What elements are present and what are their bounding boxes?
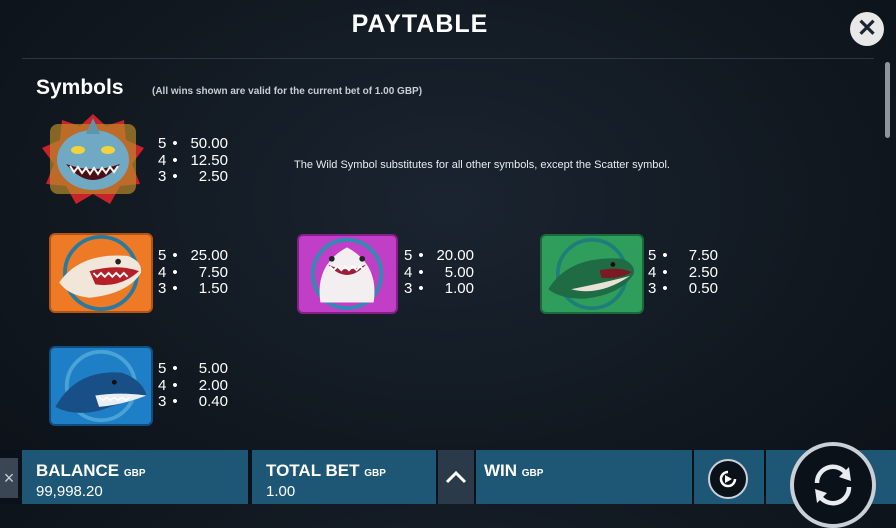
pay-row: 5 • 50.00: [158, 135, 228, 152]
page-title: PAYTABLE: [351, 10, 489, 38]
balance-panel: BALANCE GBP 99,998.20: [22, 450, 248, 504]
pay-row: 3 • 0.40: [158, 393, 228, 410]
close-icon: ✕: [856, 15, 878, 42]
side-menu-button[interactable]: ×: [0, 458, 18, 498]
pay-row: 3 • 2.50: [158, 168, 228, 185]
bet-up-button[interactable]: [438, 450, 474, 504]
autoplay-icon: [719, 470, 737, 488]
balance-value: 99,998.20: [36, 483, 103, 500]
blue-shark-paytable: 5 • 5.00 4 • 2.00 3 • 0.40: [158, 360, 228, 411]
pink-shark-paytable: 5 • 20.00 4 • 5.00 3 • 1.00: [404, 247, 474, 298]
pay-row: 5 • 25.00: [158, 247, 228, 264]
chevron-up-icon: [445, 470, 467, 484]
total-bet-panel: TOTAL BET GBP 1.00: [252, 450, 436, 504]
header-divider: [22, 58, 874, 59]
scrollbar-thumb[interactable]: [885, 62, 890, 138]
win-label: WIN GBP: [484, 461, 544, 480]
wild-description: The Wild Symbol substitutes for all othe…: [294, 159, 670, 171]
pay-row: 4 • 2.50: [648, 263, 718, 281]
spin-button[interactable]: [790, 442, 876, 528]
spin-panel: [766, 442, 896, 528]
pay-row: 3 • 1.00: [404, 280, 474, 297]
section-note: (All wins shown are valid for the curren…: [152, 86, 423, 97]
bottom-bar: × BALANCE GBP 99,998.20 TOTAL BET GBP 1.…: [0, 442, 896, 528]
wild-shark-paytable: 5 • 50.00 4 • 12.50 3 • 2.50: [158, 135, 228, 186]
pay-row: 4 • 12.50: [158, 151, 228, 169]
balance-label: BALANCE GBP: [36, 461, 146, 480]
blue-shark-symbol: [49, 346, 153, 426]
total-bet-label: TOTAL BET GBP: [266, 461, 386, 480]
total-bet-value: 1.00: [266, 483, 296, 500]
pay-row: 3 • 0.50: [648, 280, 718, 297]
win-panel: WIN GBP: [476, 450, 692, 504]
pay-row: 4 • 7.50: [158, 263, 228, 281]
close-button[interactable]: ✕: [850, 12, 884, 46]
pay-row: 3 • 1.50: [158, 280, 228, 297]
green-shark-paytable: 5 • 7.50 4 • 2.50 3 • 0.50: [648, 247, 718, 298]
paytable-header: PAYTABLE ✕: [0, 0, 896, 56]
green-shark-symbol: [540, 234, 644, 314]
orange-shark-symbol: [49, 233, 153, 313]
pay-row: 4 • 2.00: [158, 376, 228, 394]
close-icon: ×: [3, 468, 15, 488]
orange-shark-paytable: 5 • 25.00 4 • 7.50 3 • 1.50: [158, 247, 228, 298]
pink-shark-symbol: [297, 234, 398, 314]
pay-row: 5 • 5.00: [158, 360, 228, 377]
pay-row: 5 • 20.00: [404, 247, 474, 264]
pay-row: 5 • 7.50: [648, 247, 718, 264]
section-title: Symbols: [36, 76, 124, 99]
autoplay-button[interactable]: [708, 459, 748, 499]
autoplay-panel: [694, 450, 764, 504]
spin-icon: [814, 464, 852, 506]
pay-row: 4 • 5.00: [404, 263, 474, 281]
wild-shark-symbol: [40, 112, 146, 206]
